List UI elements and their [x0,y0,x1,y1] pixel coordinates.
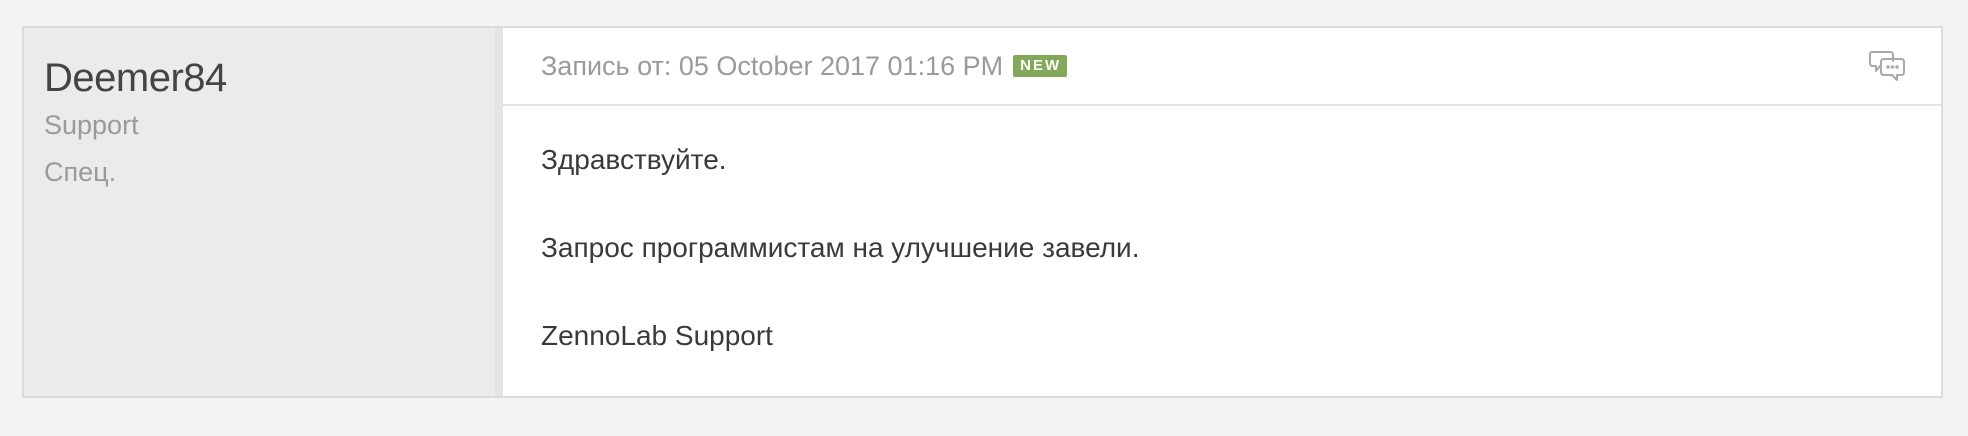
comment-bubbles-icon[interactable] [1869,48,1905,84]
author-name[interactable]: Deemer84 [44,58,495,98]
panel-divider [495,28,503,396]
post-paragraph-message: Запрос программистам на улучшение завели… [541,232,1140,263]
post-paragraph-greeting: Здравствуйте. [541,144,727,175]
post-date: Запись от: 05 October 2017 01:16 PM [541,50,1004,81]
author-title: Support [44,110,139,140]
new-badge: NEW [1013,54,1068,78]
post-body: Здравствуйте. Запрос программистам на ул… [503,106,1941,353]
post-content: Запись от: 05 October 2017 01:16 PM NEW … [503,28,1941,396]
author-rank: Спец. [44,157,117,187]
post-container: Deemer84 Support Спец. Запись от: 05 Oct… [22,26,1943,398]
author-panel: Deemer84 Support Спец. [24,28,495,396]
post-paragraph-signature: ZennoLab Support [541,320,773,351]
post-header: Запись от: 05 October 2017 01:16 PM NEW [503,28,1941,106]
